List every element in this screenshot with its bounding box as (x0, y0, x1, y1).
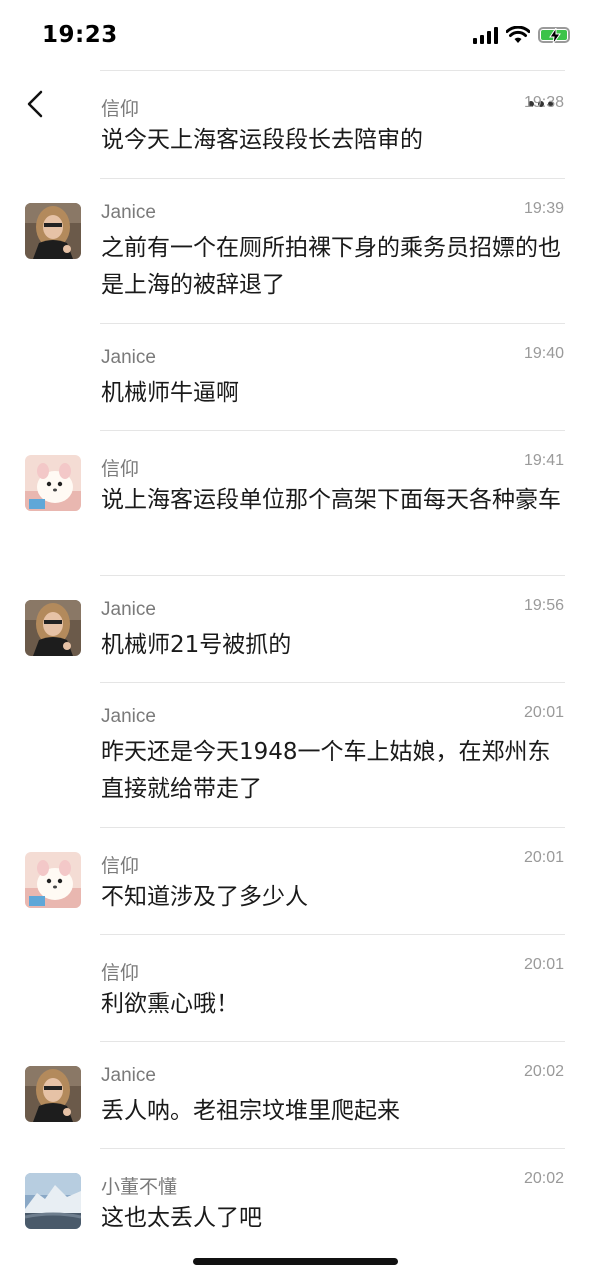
message-text: 昨天还是今天1948一个车上姑娘，在郑州东直接就给带走了 (101, 739, 551, 802)
sender-name: 信仰 (101, 99, 140, 120)
message-text: 这也太丢人了吧 (101, 1205, 262, 1231)
message-text: 丢人呐。老祖宗坟堆里爬起来 (101, 1098, 400, 1124)
message-text: 说上海客运段单位那个高架下面每天各种豪车 (101, 487, 561, 513)
sender-name: 信仰 (101, 856, 140, 877)
message-text: 机械师牛逼啊 (101, 380, 239, 406)
message-time: 19:38 (523, 94, 564, 111)
message-text: 不知道涉及了多少人 (101, 884, 308, 910)
status-time: 19:23 (42, 22, 118, 48)
avatar[interactable] (25, 455, 81, 511)
avatar[interactable] (25, 852, 81, 908)
avatar[interactable] (25, 203, 81, 259)
list-item[interactable]: 信仰 20:01 不知道涉及了多少人 (0, 827, 591, 934)
list-item[interactable]: Janice 19:39 之前有一个在厕所拍裸下身的乘务员招嫖的也是上海的被辞退… (0, 178, 591, 323)
avatar[interactable] (25, 600, 81, 656)
battery-charging-icon (538, 27, 570, 44)
message-time: 20:01 (523, 704, 564, 721)
sender-name: Janice (101, 599, 156, 620)
message-time: 20:01 (523, 956, 564, 973)
message-time: 19:40 (523, 345, 564, 362)
message-time: 19:56 (523, 597, 564, 614)
sender-name: Janice (101, 1065, 156, 1086)
message-text: 利欲熏心哦！ (101, 991, 239, 1017)
home-indicator[interactable] (193, 1258, 398, 1265)
message-text: 机械师21号被抓的 (101, 632, 292, 658)
status-icons (473, 26, 570, 44)
message-text: 说今天上海客运段段长去陪审的 (101, 127, 423, 153)
message-time: 20:01 (523, 849, 564, 866)
sender-name: 小董不懂 (101, 1177, 178, 1198)
status-bar: 19:23 (0, 0, 591, 70)
message-time: 20:02 (523, 1063, 564, 1080)
avatar[interactable] (25, 1173, 81, 1229)
sender-name: Janice (101, 202, 156, 223)
list-item[interactable]: Janice 20:02 丢人呐。老祖宗坟堆里爬起来 (0, 1041, 591, 1148)
sender-name: Janice (101, 347, 156, 368)
list-item[interactable]: Janice 19:40 机械师牛逼啊 (0, 323, 591, 430)
list-item[interactable]: Janice 20:01 昨天还是今天1948一个车上姑娘，在郑州东直接就给带走… (0, 682, 591, 827)
list-item[interactable]: 信仰 20:01 利欲熏心哦！ (0, 934, 591, 1041)
message-text: 之前有一个在厕所拍裸下身的乘务员招嫖的也是上海的被辞退了 (101, 235, 561, 298)
message-time: 19:39 (523, 200, 564, 217)
sender-name: 信仰 (101, 459, 140, 480)
wifi-icon (506, 26, 530, 43)
sender-name: Janice (101, 706, 156, 727)
sender-name: 信仰 (101, 963, 140, 984)
list-item[interactable]: Janice 19:56 机械师21号被抓的 (0, 575, 591, 682)
list-item[interactable]: 小董不懂 20:02 这也太丢人了吧 (0, 1148, 591, 1255)
list-item[interactable]: 信仰 19:41 说上海客运段单位那个高架下面每天各种豪车 (0, 430, 591, 575)
message-time: 19:41 (523, 452, 564, 469)
signal-icon (473, 26, 498, 44)
message-time: 20:02 (523, 1170, 564, 1187)
avatar[interactable] (25, 1066, 81, 1122)
list-item[interactable]: 信仰 19:38 说今天上海客运段段长去陪审的 (0, 70, 591, 178)
